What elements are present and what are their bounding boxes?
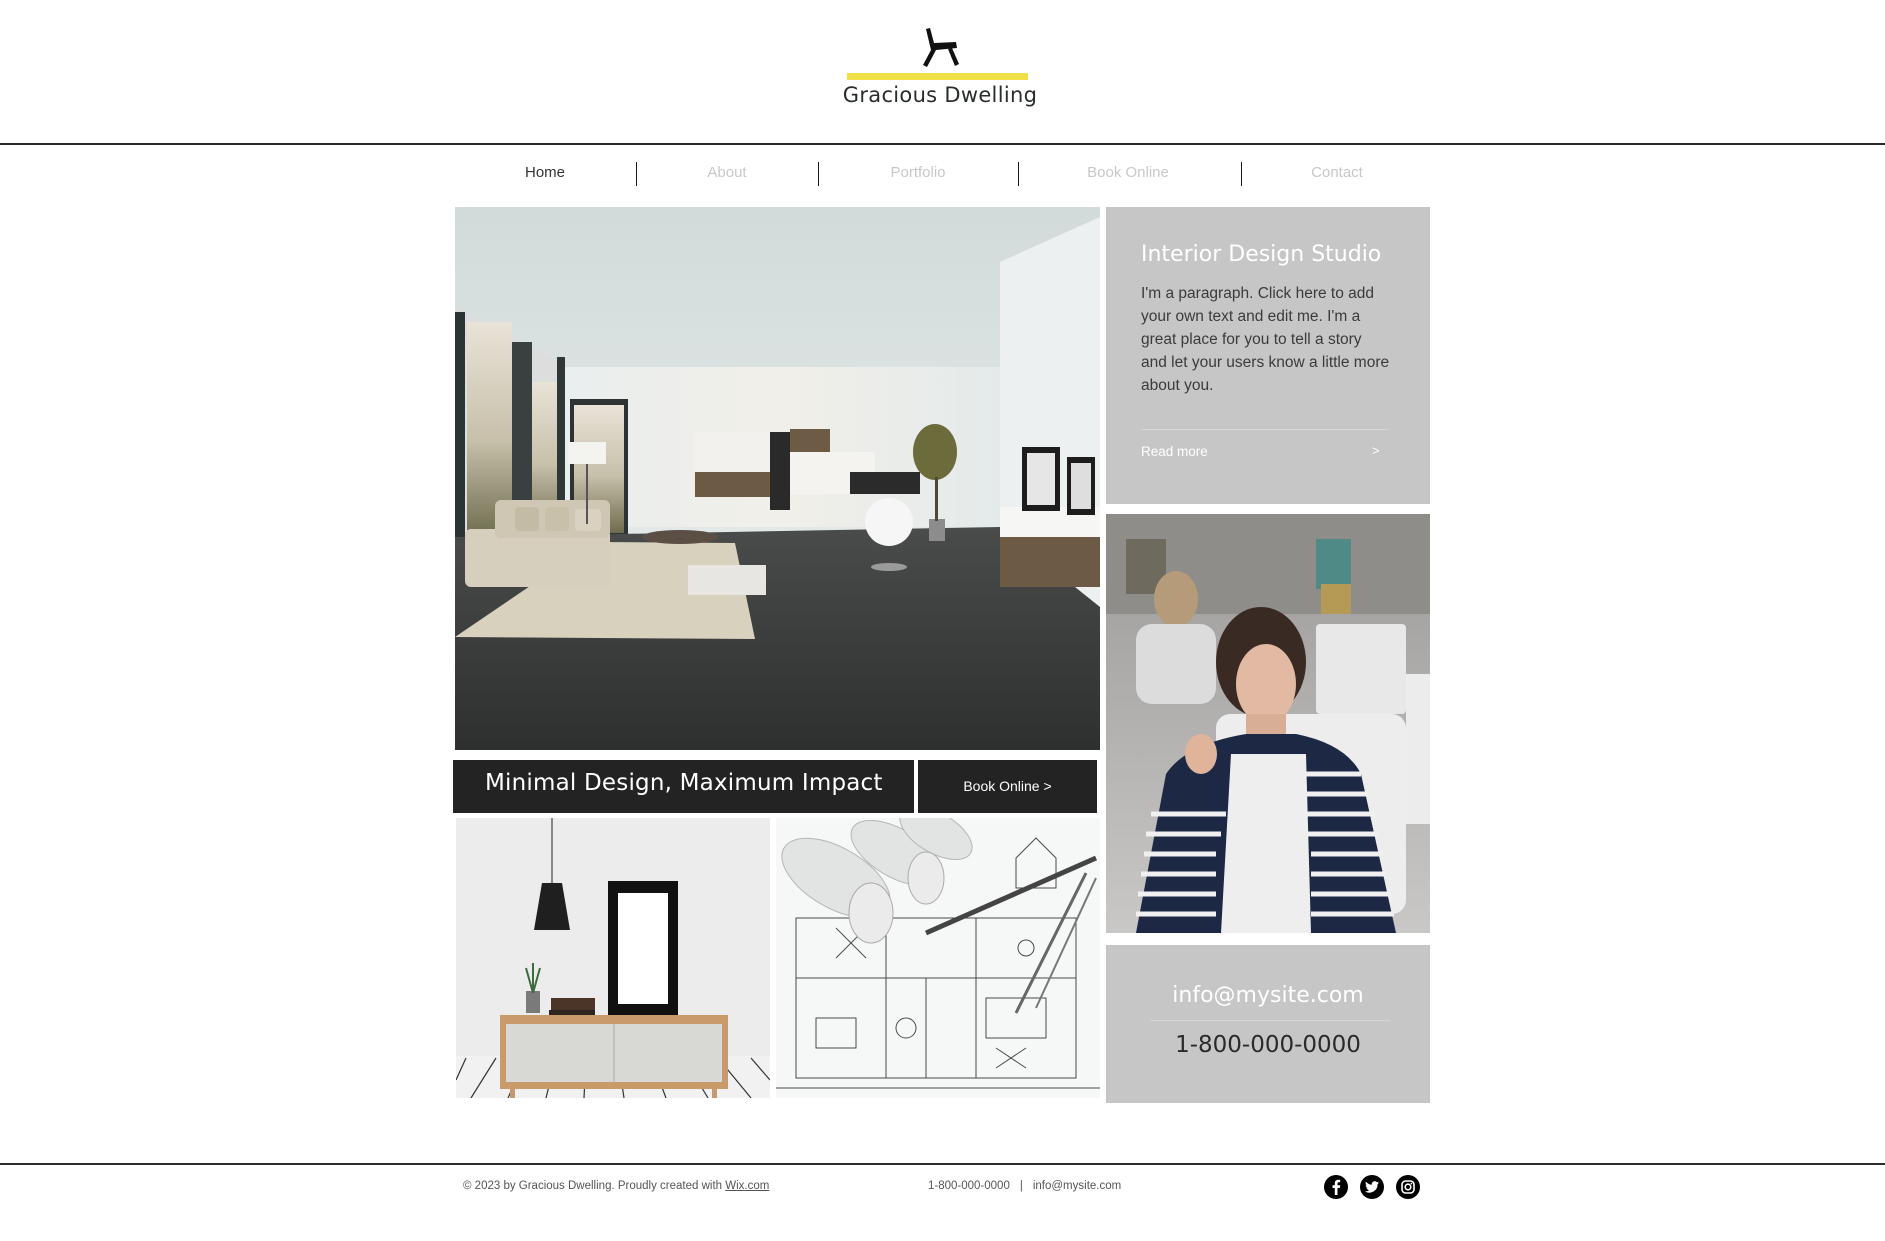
read-more-arrow-icon[interactable]: > — [1372, 443, 1380, 458]
portrait-image — [1106, 514, 1430, 933]
footer-contact: 1-800-000-0000 | info@mysite.com — [928, 1180, 1121, 1192]
sideboard-image — [456, 818, 770, 1098]
nav-divider — [1018, 162, 1019, 186]
nav-divider — [636, 162, 637, 186]
nav-item-about[interactable]: About — [687, 162, 767, 184]
copyright-text: © 2023 by Gracious Dwelling. Proudly cre… — [463, 1180, 726, 1192]
logo-accent-bar — [847, 73, 1028, 80]
contact-email-link[interactable]: info@mysite.com — [1106, 983, 1430, 1008]
nav-item-portfolio[interactable]: Portfolio — [868, 162, 968, 184]
nav-item-book-online[interactable]: Book Online — [1068, 162, 1188, 184]
tagline-title: Minimal Design, Maximum Impact — [485, 770, 883, 796]
intro-card-paragraph: I'm a paragraph. Click here to add your … — [1141, 285, 1390, 394]
nav-item-contact[interactable]: Contact — [1292, 162, 1382, 184]
hero-image — [455, 207, 1100, 750]
facebook-icon[interactable] — [1324, 1175, 1348, 1199]
book-online-button[interactable]: Book Online > — [918, 760, 1097, 813]
chair-logo-icon[interactable] — [922, 26, 962, 68]
footer-divider — [0, 1163, 1885, 1165]
blueprint-image — [776, 818, 1100, 1098]
footer-separator: | — [1019, 1180, 1023, 1192]
contact-card: info@mysite.com 1-800-000-0000 — [1106, 945, 1430, 1103]
contact-card-divider — [1150, 1020, 1390, 1021]
instagram-icon[interactable] — [1396, 1175, 1420, 1199]
tagline-banner: Minimal Design, Maximum Impact — [453, 760, 914, 813]
footer-phone: 1-800-000-0000 — [928, 1180, 1010, 1192]
wix-link[interactable]: Wix.com — [725, 1180, 769, 1192]
intro-card-divider — [1141, 429, 1388, 430]
footer-email-link[interactable]: info@mysite.com — [1033, 1180, 1121, 1192]
nav-item-home[interactable]: Home — [505, 162, 585, 184]
header-divider — [0, 143, 1885, 145]
site-title[interactable]: Gracious Dwelling — [820, 83, 1060, 107]
intro-card: Interior Design Studio I'm a paragraph. … — [1106, 207, 1430, 504]
read-more-link[interactable]: Read more — [1141, 444, 1208, 459]
footer-copyright: © 2023 by Gracious Dwelling. Proudly cre… — [463, 1180, 769, 1192]
nav-divider — [1241, 162, 1242, 186]
intro-card-title: Interior Design Studio — [1141, 242, 1382, 267]
twitter-icon[interactable] — [1360, 1175, 1384, 1199]
contact-phone: 1-800-000-0000 — [1175, 1032, 1361, 1058]
nav-divider — [818, 162, 819, 186]
